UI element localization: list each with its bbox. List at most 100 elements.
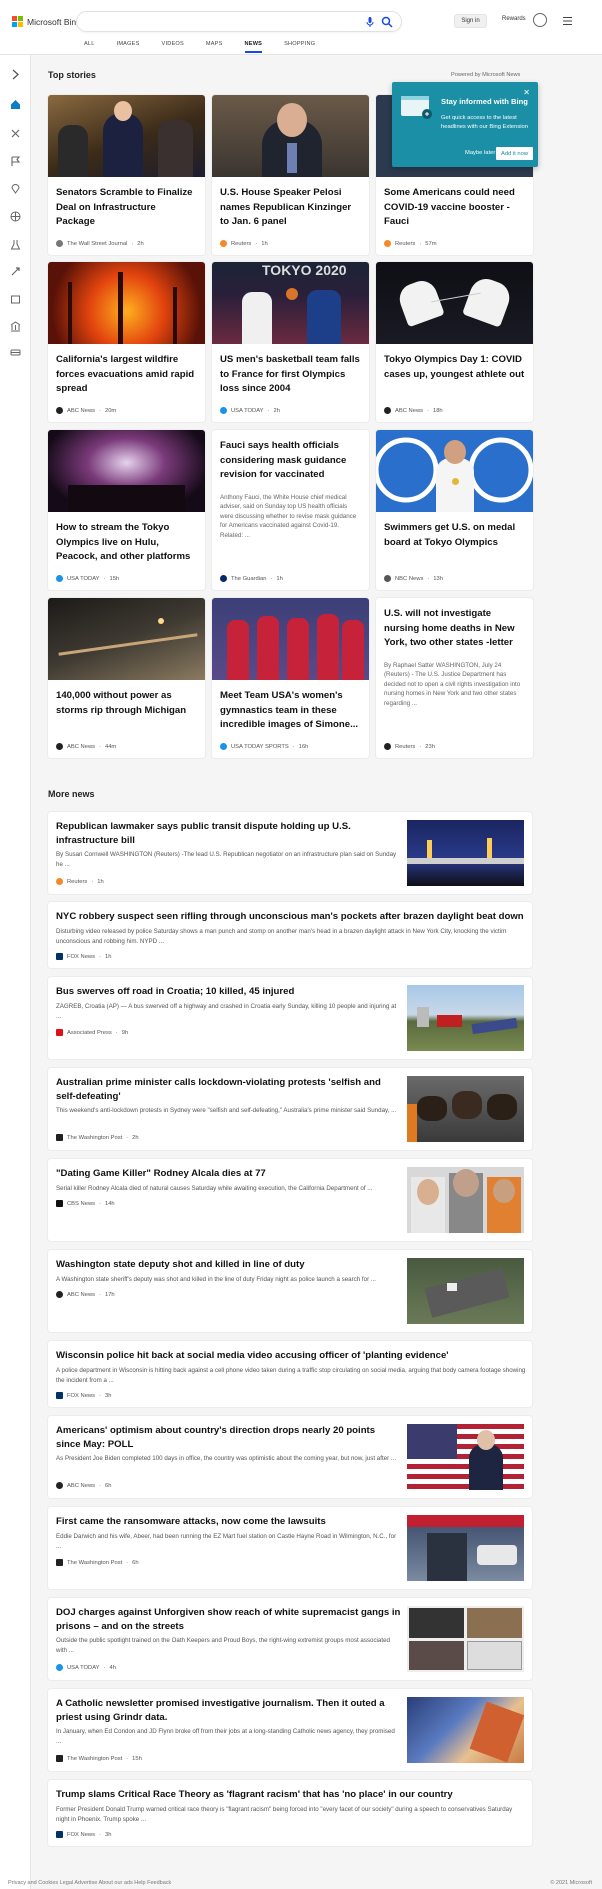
add-it-now-button[interactable]: Add it now — [496, 147, 533, 160]
maybe-later-button[interactable]: Maybe later — [465, 150, 495, 156]
story-title[interactable]: U.S. will not investigate nursing home d… — [376, 598, 533, 651]
location-icon[interactable] — [10, 183, 21, 194]
story-card[interactable]: 140,000 without power as storms rip thro… — [48, 598, 205, 758]
story-image — [48, 262, 205, 344]
news-source: The Washington Post · 15h — [56, 1755, 142, 1762]
news-snippet: A Washington state sheriff's deputy was … — [56, 1276, 377, 1283]
story-title[interactable]: Some Americans could need COVID-19 vacci… — [376, 177, 533, 230]
news-title[interactable]: "Dating Game Killer" Rodney Alcala dies … — [56, 1167, 401, 1181]
footer-links[interactable]: Privacy and Cookies Legal Advertise Abou… — [8, 1880, 171, 1886]
sign-in-button[interactable]: Sign in — [454, 14, 487, 28]
news-item[interactable]: Washington state deputy shot and killed … — [48, 1250, 532, 1332]
news-item[interactable]: Bus swerves off road in Croatia; 10 kill… — [48, 977, 532, 1059]
news-item[interactable]: "Dating Game Killer" Rodney Alcala dies … — [48, 1159, 532, 1241]
microphone-icon[interactable] — [364, 16, 376, 28]
rewards-trophy-icon[interactable] — [533, 13, 547, 27]
news-snippet: As President Joe Biden completed 100 day… — [56, 1455, 397, 1462]
story-title[interactable]: How to stream the Tokyo Olympics live on… — [48, 512, 205, 565]
nav-maps[interactable]: MAPS — [206, 41, 223, 53]
news-title[interactable]: DOJ charges against Unforgiven show reac… — [56, 1606, 401, 1634]
search-input[interactable] — [76, 11, 402, 32]
story-title[interactable]: 140,000 without power as storms rip thro… — [48, 680, 205, 718]
news-title[interactable]: Republican lawmaker says public transit … — [56, 820, 401, 848]
story-card[interactable]: Tokyo Olympics Day 1: COVID cases up, yo… — [376, 262, 533, 422]
story-title[interactable]: U.S. House Speaker Pelosi names Republic… — [212, 177, 369, 230]
news-title[interactable]: Americans' optimism about country's dire… — [56, 1424, 401, 1452]
nav-all[interactable]: ALL — [84, 41, 95, 53]
story-title[interactable]: Meet Team USA's women's gymnastics team … — [212, 680, 369, 733]
story-source: NBC News · 13h — [384, 575, 443, 582]
news-item[interactable]: DOJ charges against Unforgiven show reac… — [48, 1598, 532, 1680]
rocket-icon[interactable] — [10, 266, 21, 277]
news-title[interactable]: First came the ransomware attacks, now c… — [56, 1515, 401, 1529]
story-title[interactable]: Senators Scramble to Finalize Deal on In… — [48, 177, 205, 230]
globe-icon[interactable] — [10, 211, 21, 222]
news-title[interactable]: Wisconsin police hit back at social medi… — [56, 1349, 526, 1363]
story-card[interactable]: California's largest wildfire forces eva… — [48, 262, 205, 422]
news-item[interactable]: NYC robbery suspect seen rifling through… — [48, 902, 532, 968]
story-title[interactable]: Fauci says health officials considering … — [212, 430, 369, 483]
news-item[interactable]: Republican lawmaker says public transit … — [48, 812, 532, 894]
story-card[interactable]: Meet Team USA's women's gymnastics team … — [212, 598, 369, 758]
news-title[interactable]: Trump slams Critical Race Theory as 'fla… — [56, 1788, 526, 1802]
story-image: TOKYO 2020 — [212, 262, 369, 344]
story-card[interactable]: U.S. will not investigate nursing home d… — [376, 598, 533, 758]
source-logo-icon — [56, 953, 63, 960]
news-source: USA TODAY · 4h — [56, 1664, 116, 1671]
finance-icon[interactable] — [10, 321, 21, 332]
top-stories-title: Top stories — [48, 70, 96, 80]
story-image — [376, 430, 533, 512]
news-item[interactable]: Americans' optimism about country's dire… — [48, 1416, 532, 1498]
rewards-link[interactable]: Rewards — [502, 16, 526, 22]
nav-images[interactable]: IMAGES — [117, 41, 140, 53]
story-card[interactable]: Fauci says health officials considering … — [212, 430, 369, 590]
search-icon[interactable] — [381, 16, 393, 28]
story-source: USA TODAY SPORTS · 16h — [220, 743, 308, 750]
nav-news[interactable]: NEWS — [244, 41, 263, 53]
source-logo-icon — [56, 1291, 63, 1298]
news-item[interactable]: Wisconsin police hit back at social medi… — [48, 1341, 532, 1407]
story-image — [48, 430, 205, 512]
news-image — [407, 1167, 524, 1233]
story-card[interactable]: U.S. House Speaker Pelosi names Republic… — [212, 95, 369, 255]
story-card[interactable]: Senators Scramble to Finalize Deal on In… — [48, 95, 205, 255]
story-card[interactable]: How to stream the Tokyo Olympics live on… — [48, 430, 205, 590]
close-icon[interactable]: ✕ — [523, 88, 530, 97]
story-card[interactable]: TOKYO 2020 US men's basketball team fall… — [212, 262, 369, 422]
film-icon[interactable] — [10, 294, 21, 305]
news-item[interactable]: Trump slams Critical Race Theory as 'fla… — [48, 1780, 532, 1846]
news-title[interactable]: NYC robbery suspect seen rifling through… — [56, 910, 526, 924]
news-item[interactable]: First came the ransomware attacks, now c… — [48, 1507, 532, 1589]
car-icon[interactable] — [10, 347, 21, 358]
source-logo-icon — [56, 1664, 63, 1671]
story-title[interactable]: US men's basketball team falls to France… — [212, 344, 369, 397]
bing-logo[interactable]: Microsoft Bing — [12, 16, 81, 27]
news-item[interactable]: Australian prime minister calls lockdown… — [48, 1068, 532, 1150]
story-title[interactable]: California's largest wildfire forces eva… — [48, 344, 205, 397]
flag-icon[interactable] — [10, 156, 21, 167]
home-icon[interactable] — [10, 99, 21, 110]
story-image — [48, 95, 205, 177]
science-flask-icon[interactable] — [10, 239, 21, 250]
news-title[interactable]: Washington state deputy shot and killed … — [56, 1258, 401, 1272]
news-snippet: This weekend's anti-lockdown protests in… — [56, 1107, 397, 1114]
expand-sidebar-icon[interactable] — [10, 69, 21, 80]
story-card[interactable]: Swimmers get U.S. on medal board at Toky… — [376, 430, 533, 590]
story-title[interactable]: Swimmers get U.S. on medal board at Toky… — [376, 512, 533, 550]
science-icon[interactable] — [10, 128, 21, 139]
news-item[interactable]: A Catholic newsletter promised investiga… — [48, 1689, 532, 1771]
nav-videos[interactable]: VIDEOS — [162, 41, 184, 53]
source-logo-icon — [56, 1755, 63, 1762]
story-title[interactable]: Tokyo Olympics Day 1: COVID cases up, yo… — [376, 344, 533, 382]
hamburger-menu-icon[interactable] — [563, 17, 572, 25]
story-source: The Guardian · 1h — [220, 575, 283, 582]
story-image — [212, 598, 369, 680]
news-title[interactable]: Bus swerves off road in Croatia; 10 kill… — [56, 985, 401, 999]
nav-shopping[interactable]: SHOPPING — [284, 41, 315, 53]
source-logo-icon — [56, 240, 63, 247]
news-source: FOX News · 3h — [56, 1392, 111, 1399]
news-snippet: ZAGREB, Croatia (AP) — A bus swerved off… — [56, 1003, 397, 1020]
news-title[interactable]: A Catholic newsletter promised investiga… — [56, 1697, 401, 1725]
news-image — [407, 1076, 524, 1142]
news-title[interactable]: Australian prime minister calls lockdown… — [56, 1076, 401, 1104]
